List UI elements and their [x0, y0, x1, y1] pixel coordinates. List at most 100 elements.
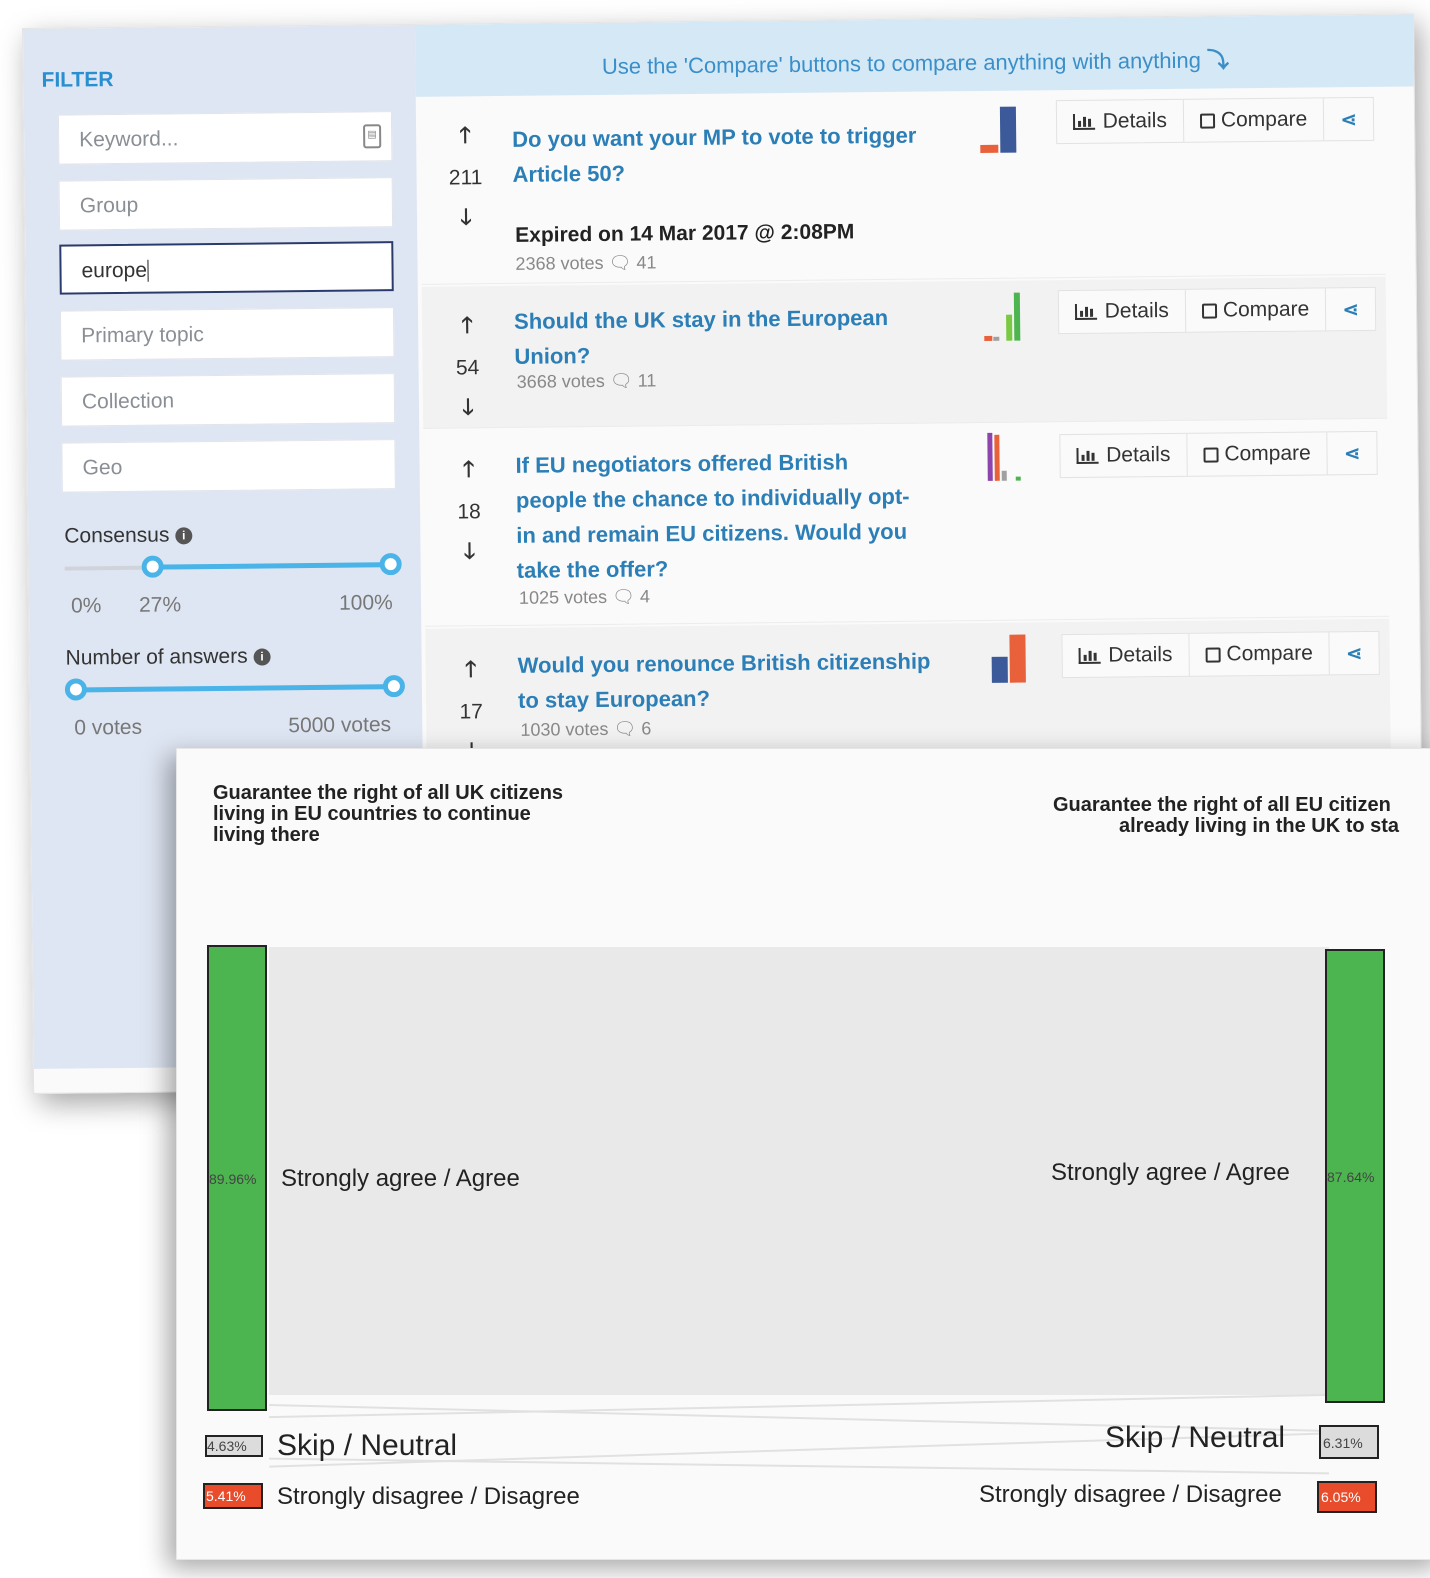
- question-title-line: people the chance to individually opt-: [515, 483, 910, 513]
- vote-score: 211: [448, 166, 483, 190]
- consensus-label: Consensus i: [64, 523, 193, 548]
- answers-min-handle[interactable]: [64, 678, 88, 701]
- consensus-label-text: Consensus: [64, 523, 170, 548]
- compare-button[interactable]: Compare: [1185, 288, 1327, 332]
- question-title-line: Do you want your MP to vote to trigger: [512, 122, 917, 152]
- vote-score: 54: [455, 356, 480, 380]
- share-button[interactable]: ⋖: [1324, 98, 1373, 141]
- question-title-link[interactable]: Should the UK stay in the European Union…: [514, 300, 889, 374]
- question-title-line: to stay European?: [517, 685, 711, 713]
- question-title-line: Article 50?: [512, 160, 626, 187]
- keyword-input[interactable]: Keyword... ▤: [57, 111, 393, 165]
- compare-label: Compare: [1220, 107, 1308, 132]
- consensus-min-handle[interactable]: [141, 555, 164, 578]
- right-agree-label: Strongly agree / Agree: [1051, 1159, 1290, 1186]
- question-title-line: in and remain EU citizens. Would you: [516, 518, 908, 548]
- left-neutral-pct: 4.63%: [207, 1438, 247, 1454]
- banner-text: Use the 'Compare' buttons to compare any…: [601, 47, 1202, 79]
- details-button[interactable]: Details: [1059, 433, 1188, 478]
- result-sparkline: [984, 290, 1031, 341]
- compare-button[interactable]: Compare: [1187, 432, 1328, 476]
- answers-max-handle[interactable]: [382, 675, 406, 698]
- question-title-link[interactable]: Would you renounce British citizenship t…: [518, 644, 931, 718]
- question-title-line: Should the UK stay in the European: [513, 304, 889, 334]
- share-button[interactable]: ⋖: [1328, 432, 1377, 475]
- filter-heading: FILTER: [41, 68, 114, 92]
- share-button[interactable]: ⋖: [1330, 632, 1379, 675]
- spark-bar: [1015, 476, 1021, 481]
- curved-arrow-down-icon: ⤵: [1206, 47, 1230, 73]
- question-meta: 2368 votes 🗨 41: [515, 252, 656, 274]
- vote-score: 18: [457, 500, 481, 524]
- contact-card-icon: ▤: [363, 124, 382, 149]
- vote-count: 3668 votes: [516, 370, 605, 392]
- title-line: living in EU countries to continue: [213, 803, 531, 825]
- consensus-slider-range: [152, 562, 391, 570]
- right-neutral-pct: 6.31%: [1323, 1435, 1363, 1451]
- info-icon[interactable]: i: [253, 648, 271, 666]
- answers-slider-range: [75, 684, 394, 693]
- title-line: Guarantee the right of all EU citizen: [1053, 794, 1391, 816]
- consensus-tick-value: 27%: [138, 593, 182, 617]
- question-title-link[interactable]: If EU negotiators offered British people…: [515, 444, 910, 588]
- upvote-arrow-icon[interactable]: 🡑: [443, 452, 493, 491]
- bar-chart-icon: [1078, 647, 1101, 664]
- left-agree-pct: 89.96%: [209, 1171, 257, 1187]
- question-title-line: If EU negotiators offered British: [515, 449, 849, 478]
- compare-button[interactable]: Compare: [1189, 632, 1331, 676]
- expiry-text: Expired on 14 Mar 2017 @ 2:08PM: [515, 220, 855, 247]
- info-icon[interactable]: i: [175, 527, 193, 545]
- compare-label: Compare: [1222, 297, 1310, 322]
- question-title-link[interactable]: Do you want your MP to vote to trigger A…: [512, 118, 917, 192]
- upvote-arrow-icon[interactable]: 🡑: [442, 308, 492, 347]
- question-item: 🡑 18 🡓 If EU negotiators offered British…: [423, 420, 1390, 627]
- compare-label: Compare: [1226, 641, 1313, 666]
- question-title-line: take the offer?: [516, 556, 669, 583]
- spark-bar: [1001, 470, 1007, 481]
- details-button[interactable]: Details: [1058, 289, 1187, 334]
- question-actions: Details Compare ⋖: [1061, 630, 1380, 679]
- comment-count: 41: [636, 252, 657, 273]
- spark-bar: [980, 144, 999, 153]
- primary-topic-input[interactable]: Primary topic: [59, 307, 395, 361]
- spark-bar: [991, 656, 1008, 683]
- details-button[interactable]: Details: [1056, 99, 1185, 144]
- vote-score: 17: [459, 700, 483, 724]
- bar-chart-icon: [1074, 303, 1097, 320]
- downvote-arrow-icon[interactable]: 🡓: [443, 390, 493, 429]
- vote-control: 🡑 211 🡓: [440, 118, 491, 239]
- consensus-max-handle[interactable]: [379, 553, 402, 576]
- downvote-arrow-icon[interactable]: 🡓: [444, 534, 494, 573]
- left-neutral-label: Skip / Neutral: [277, 1429, 458, 1462]
- upvote-arrow-icon[interactable]: 🡑: [446, 652, 496, 691]
- title-line: living there: [213, 824, 320, 846]
- details-label: Details: [1102, 109, 1168, 133]
- compare-button[interactable]: Compare: [1183, 98, 1325, 142]
- right-neutral-label: Skip / Neutral: [1105, 1421, 1286, 1454]
- collection-input[interactable]: Collection: [60, 373, 396, 427]
- left-disagree-pct: 5.41%: [206, 1488, 246, 1504]
- share-button[interactable]: ⋖: [1326, 288, 1375, 331]
- compare-label: Compare: [1224, 441, 1311, 466]
- left-agree-label: Strongly agree / Agree: [281, 1165, 520, 1192]
- upvote-arrow-icon[interactable]: 🡑: [440, 118, 490, 157]
- question-item: 🡑 54 🡓 Should the UK stay in the Europea…: [421, 276, 1388, 429]
- result-sparkline: [980, 102, 1027, 153]
- comment-icon: 🗨: [611, 586, 636, 607]
- search-input[interactable]: europe: [59, 241, 394, 295]
- bar-chart-icon: [1072, 113, 1095, 131]
- group-input[interactable]: Group: [58, 177, 394, 231]
- primary-topic-placeholder: Primary topic: [81, 323, 204, 348]
- compare-checkbox-icon: [1203, 446, 1219, 463]
- downvote-arrow-icon[interactable]: 🡓: [441, 200, 491, 239]
- share-icon: ⋖: [1343, 442, 1361, 465]
- details-button[interactable]: Details: [1062, 633, 1190, 678]
- spark-bar: [984, 335, 993, 341]
- answers-tick-max: 5000 votes: [288, 713, 392, 738]
- answers-label-text: Number of answers: [65, 644, 248, 670]
- geo-input[interactable]: Geo: [61, 439, 396, 493]
- search-value: europe: [81, 258, 148, 283]
- comparison-card: Guarantee the right of all UK citizens l…: [176, 748, 1430, 1560]
- comment-count: 6: [641, 718, 652, 739]
- question-title-line: Would you renounce British citizenship: [517, 648, 931, 678]
